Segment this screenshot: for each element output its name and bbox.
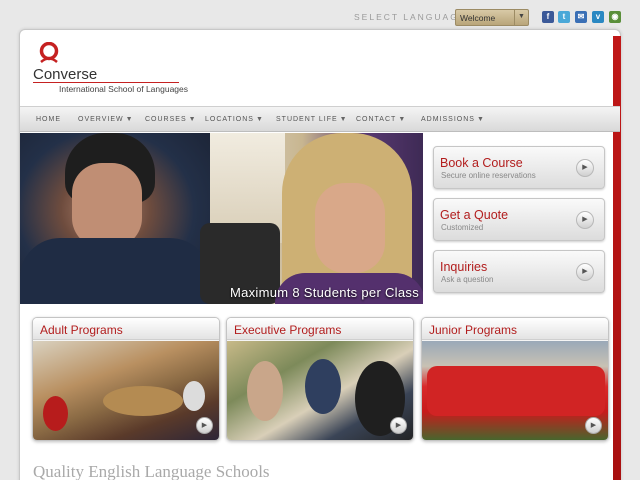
nav-item-label: STUDENT LIFE — [276, 116, 338, 123]
card-title: Executive Programs — [227, 318, 413, 340]
select-language-label: SELECT LANGUAGE — [354, 12, 467, 22]
logo-mark-icon — [39, 42, 59, 63]
nav-item-home[interactable]: HOME — [36, 116, 61, 123]
nav-item-label: OVERVIEW — [78, 116, 124, 123]
nav-item-label: HOME — [36, 116, 61, 123]
caret-down-icon: ▼ — [339, 116, 348, 123]
button-title: Get a Quote — [440, 208, 509, 222]
adult-programs-card[interactable]: Adult Programs ▶ — [32, 317, 220, 441]
button-title: Inquiries — [440, 260, 488, 274]
twitter-icon[interactable]: t — [558, 11, 570, 23]
logo-name: Converse — [33, 66, 98, 83]
logo-divider — [33, 82, 179, 83]
junior-programs-card[interactable]: Junior Programs ▶ — [421, 317, 609, 441]
photo-table — [103, 386, 183, 416]
photo-student — [43, 396, 68, 431]
nav-item-overview[interactable]: OVERVIEW ▼ — [78, 116, 134, 123]
button-subtitle: Ask a question — [441, 275, 494, 284]
photo-student — [183, 381, 205, 411]
nav-item-locations[interactable]: LOCATIONS ▼ — [205, 116, 264, 123]
nav-item-label: CONTACT — [356, 116, 397, 123]
nav-item-contact[interactable]: CONTACT ▼ — [356, 116, 406, 123]
vimeo-icon[interactable]: v — [592, 11, 604, 23]
button-title: Book a Course — [440, 156, 523, 170]
caret-down-icon: ▼ — [476, 116, 485, 123]
arrow-right-icon: ▶ — [576, 159, 594, 177]
nav-item-label: ADMISSIONS — [421, 116, 475, 123]
email-icon[interactable]: ✉ — [575, 11, 587, 23]
junior-programs-image — [422, 341, 608, 440]
photo-person — [247, 361, 283, 421]
nav-item-admissions[interactable]: ADMISSIONS ▼ — [421, 116, 485, 123]
main-nav: HOME OVERVIEW ▼ COURSES ▼ LOCATIONS ▼ STUDE… — [20, 106, 620, 132]
hero-student-2-face — [315, 183, 385, 273]
nav-item-student-life[interactable]: STUDENT LIFE ▼ — [276, 116, 348, 123]
arrow-right-icon[interactable]: ▶ — [196, 417, 213, 434]
photo-person — [305, 359, 341, 414]
executive-programs-image — [227, 341, 413, 440]
card-title: Adult Programs — [33, 318, 219, 340]
nav-item-courses[interactable]: COURSES ▼ — [145, 116, 197, 123]
caret-down-icon: ▼ — [398, 116, 407, 123]
arrow-right-icon[interactable]: ▶ — [585, 417, 602, 434]
page-headline: Quality English Language Schools — [33, 462, 270, 480]
caret-down-icon: ▼ — [125, 116, 134, 123]
hero-image[interactable]: Maximum 8 Students per Class — [20, 133, 423, 304]
nav-item-label: LOCATIONS — [205, 116, 254, 123]
nav-item-label: COURSES — [145, 116, 187, 123]
decorative-red-bar — [613, 36, 621, 480]
arrow-right-icon: ▶ — [576, 263, 594, 281]
button-subtitle: Secure online reservations — [441, 171, 536, 180]
arrow-right-icon[interactable]: ▶ — [390, 417, 407, 434]
caret-down-icon: ▼ — [188, 116, 197, 123]
hero-student-1-jacket — [20, 238, 210, 304]
logo-subtitle: International School of Languages — [59, 84, 189, 94]
book-course-button[interactable]: Book a Course Secure online reservations… — [433, 146, 605, 189]
arrow-right-icon: ▶ — [576, 211, 594, 229]
inquiries-button[interactable]: Inquiries Ask a question ▶ — [433, 250, 605, 293]
hero-student-1-face — [72, 163, 142, 248]
caret-down-icon: ▼ — [255, 116, 264, 123]
button-subtitle: Customized — [441, 223, 484, 232]
card-title: Junior Programs — [422, 318, 608, 340]
get-quote-button[interactable]: Get a Quote Customized ▶ — [433, 198, 605, 241]
language-select-value: Welcome — [460, 13, 496, 23]
adult-programs-image — [33, 341, 219, 440]
facebook-icon[interactable]: f — [542, 11, 554, 23]
chevron-down-icon[interactable]: ▼ — [514, 10, 528, 25]
language-select[interactable]: Welcome ▼ — [455, 9, 529, 26]
photo-group — [427, 366, 605, 416]
hero-caption: Maximum 8 Students per Class — [229, 285, 419, 300]
executive-programs-card[interactable]: Executive Programs ▶ — [226, 317, 414, 441]
rss-icon[interactable]: ◉ — [609, 11, 621, 23]
top-bar: SELECT LANGUAGE Welcome ▼ f t ✉ v ◉ — [0, 8, 640, 28]
